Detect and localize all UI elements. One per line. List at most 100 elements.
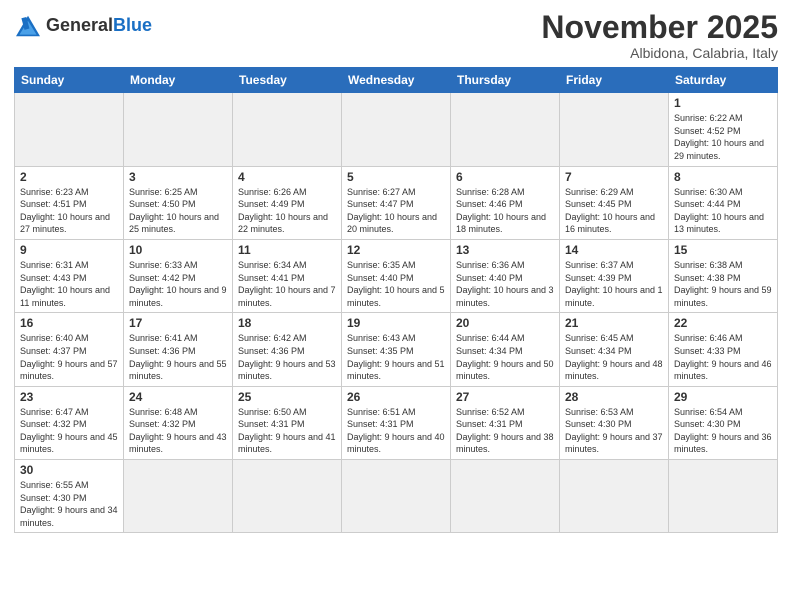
calendar-cell — [124, 460, 233, 533]
day-number: 4 — [238, 170, 336, 184]
day-number: 13 — [456, 243, 554, 257]
calendar-cell — [560, 460, 669, 533]
day-number: 18 — [238, 316, 336, 330]
calendar-cell — [233, 460, 342, 533]
calendar-cell: 20 Sunrise: 6:44 AMSunset: 4:34 PMDayligh… — [451, 313, 560, 386]
calendar-cell: 18 Sunrise: 6:42 AMSunset: 4:36 PMDayligh… — [233, 313, 342, 386]
day-number: 3 — [129, 170, 227, 184]
week-row-3: 9Sunrise: 6:31 AMSunset: 4:43 PMDaylight… — [15, 239, 778, 312]
day-number: 11 — [238, 243, 336, 257]
calendar-cell: 23Sunrise: 6:47 AMSunset: 4:32 PMDayligh… — [15, 386, 124, 459]
day-number: 27 — [456, 390, 554, 404]
day-info: Sunrise: 6:48 AMSunset: 4:32 PMDaylight:… — [129, 406, 227, 456]
week-row-2: 2Sunrise: 6:23 AMSunset: 4:51 PMDaylight… — [15, 166, 778, 239]
day-number: 30 — [20, 463, 118, 477]
day-info: Sunrise: 6:45 AMSunset: 4:34 PMDaylight:… — [565, 332, 663, 382]
weekday-header-row: SundayMondayTuesdayWednesdayThursdayFrid… — [15, 68, 778, 93]
header: GeneralBlue November 2025 Albidona, Cala… — [14, 10, 778, 61]
day-info: Sunrise: 6:55 AMSunset: 4:30 PMDaylight:… — [20, 479, 118, 529]
day-info: Sunrise: 6:27 AMSunset: 4:47 PMDaylight:… — [347, 186, 445, 236]
day-number: 16 — [20, 316, 118, 330]
weekday-header-monday: Monday — [124, 68, 233, 93]
logo-text: GeneralBlue — [46, 16, 152, 36]
day-info: Sunrise: 6:46 AMSunset: 4:33 PMDaylight:… — [674, 332, 772, 382]
day-info: Sunrise: 6:54 AMSunset: 4:30 PMDaylight:… — [674, 406, 772, 456]
calendar-cell: 30 Sunrise: 6:55 AMSunset: 4:30 PMDayligh… — [15, 460, 124, 533]
calendar-cell: 3 Sunrise: 6:25 AMSunset: 4:50 PMDaylight… — [124, 166, 233, 239]
calendar-cell: 9Sunrise: 6:31 AMSunset: 4:43 PMDaylight… — [15, 239, 124, 312]
day-info: Sunrise: 6:28 AMSunset: 4:46 PMDaylight:… — [456, 186, 554, 236]
week-row-5: 23Sunrise: 6:47 AMSunset: 4:32 PMDayligh… — [15, 386, 778, 459]
calendar-cell — [124, 93, 233, 166]
day-info: Sunrise: 6:33 AMSunset: 4:42 PMDaylight:… — [129, 259, 227, 309]
weekday-header-tuesday: Tuesday — [233, 68, 342, 93]
day-number: 28 — [565, 390, 663, 404]
day-info: Sunrise: 6:38 AMSunset: 4:38 PMDaylight:… — [674, 259, 772, 309]
calendar-cell: 15 Sunrise: 6:38 AMSunset: 4:38 PMDayligh… — [669, 239, 778, 312]
day-info: Sunrise: 6:53 AMSunset: 4:30 PMDaylight:… — [565, 406, 663, 456]
day-info: Sunrise: 6:44 AMSunset: 4:34 PMDaylight:… — [456, 332, 554, 382]
day-number: 5 — [347, 170, 445, 184]
day-number: 1 — [674, 96, 772, 110]
day-info: Sunrise: 6:30 AMSunset: 4:44 PMDaylight:… — [674, 186, 772, 236]
calendar-cell: 14Sunrise: 6:37 AMSunset: 4:39 PMDayligh… — [560, 239, 669, 312]
week-row-6: 30 Sunrise: 6:55 AMSunset: 4:30 PMDayligh… — [15, 460, 778, 533]
day-number: 26 — [347, 390, 445, 404]
calendar-cell: 8Sunrise: 6:30 AMSunset: 4:44 PMDaylight… — [669, 166, 778, 239]
calendar-cell: 16 Sunrise: 6:40 AMSunset: 4:37 PMDayligh… — [15, 313, 124, 386]
day-number: 22 — [674, 316, 772, 330]
calendar-cell: 6 Sunrise: 6:28 AMSunset: 4:46 PMDaylight… — [451, 166, 560, 239]
calendar-cell: 19Sunrise: 6:43 AMSunset: 4:35 PMDayligh… — [342, 313, 451, 386]
title-block: November 2025 Albidona, Calabria, Italy — [541, 10, 778, 61]
week-row-4: 16 Sunrise: 6:40 AMSunset: 4:37 PMDayligh… — [15, 313, 778, 386]
calendar-cell — [669, 460, 778, 533]
calendar-cell: 27 Sunrise: 6:52 AMSunset: 4:31 PMDayligh… — [451, 386, 560, 459]
day-number: 9 — [20, 243, 118, 257]
calendar-cell: 7 Sunrise: 6:29 AMSunset: 4:45 PMDaylight… — [560, 166, 669, 239]
day-info: Sunrise: 6:51 AMSunset: 4:31 PMDaylight:… — [347, 406, 445, 456]
weekday-header-wednesday: Wednesday — [342, 68, 451, 93]
calendar-cell: 10 Sunrise: 6:33 AMSunset: 4:42 PMDayligh… — [124, 239, 233, 312]
page: GeneralBlue November 2025 Albidona, Cala… — [0, 0, 792, 612]
location-subtitle: Albidona, Calabria, Italy — [541, 45, 778, 61]
calendar-cell: 22 Sunrise: 6:46 AMSunset: 4:33 PMDayligh… — [669, 313, 778, 386]
day-number: 10 — [129, 243, 227, 257]
calendar-cell: 4Sunrise: 6:26 AMSunset: 4:49 PMDaylight… — [233, 166, 342, 239]
day-number: 15 — [674, 243, 772, 257]
day-info: Sunrise: 6:29 AMSunset: 4:45 PMDaylight:… — [565, 186, 663, 236]
calendar-cell: 29Sunrise: 6:54 AMSunset: 4:30 PMDayligh… — [669, 386, 778, 459]
calendar-cell: 17 Sunrise: 6:41 AMSunset: 4:36 PMDayligh… — [124, 313, 233, 386]
day-number: 20 — [456, 316, 554, 330]
day-number: 24 — [129, 390, 227, 404]
logo: GeneralBlue — [14, 14, 152, 38]
day-info: Sunrise: 6:41 AMSunset: 4:36 PMDaylight:… — [129, 332, 227, 382]
day-number: 25 — [238, 390, 336, 404]
calendar-cell: 11Sunrise: 6:34 AMSunset: 4:41 PMDayligh… — [233, 239, 342, 312]
weekday-header-saturday: Saturday — [669, 68, 778, 93]
calendar-cell: 24 Sunrise: 6:48 AMSunset: 4:32 PMDayligh… — [124, 386, 233, 459]
day-info: Sunrise: 6:22 AMSunset: 4:52 PMDaylight:… — [674, 112, 772, 162]
day-number: 7 — [565, 170, 663, 184]
day-info: Sunrise: 6:40 AMSunset: 4:37 PMDaylight:… — [20, 332, 118, 382]
day-info: Sunrise: 6:52 AMSunset: 4:31 PMDaylight:… — [456, 406, 554, 456]
calendar-cell: 21Sunrise: 6:45 AMSunset: 4:34 PMDayligh… — [560, 313, 669, 386]
calendar-cell: 2Sunrise: 6:23 AMSunset: 4:51 PMDaylight… — [15, 166, 124, 239]
weekday-header-friday: Friday — [560, 68, 669, 93]
day-number: 6 — [456, 170, 554, 184]
calendar-cell: 13Sunrise: 6:36 AMSunset: 4:40 PMDayligh… — [451, 239, 560, 312]
calendar-cell: 25Sunrise: 6:50 AMSunset: 4:31 PMDayligh… — [233, 386, 342, 459]
calendar-cell: 1 Sunrise: 6:22 AMSunset: 4:52 PMDaylight… — [669, 93, 778, 166]
day-number: 17 — [129, 316, 227, 330]
day-info: Sunrise: 6:43 AMSunset: 4:35 PMDaylight:… — [347, 332, 445, 382]
calendar-cell: 26 Sunrise: 6:51 AMSunset: 4:31 PMDayligh… — [342, 386, 451, 459]
calendar-cell — [560, 93, 669, 166]
month-title: November 2025 — [541, 10, 778, 45]
calendar-cell — [342, 93, 451, 166]
day-info: Sunrise: 6:23 AMSunset: 4:51 PMDaylight:… — [20, 186, 118, 236]
day-info: Sunrise: 6:25 AMSunset: 4:50 PMDaylight:… — [129, 186, 227, 236]
calendar-cell — [233, 93, 342, 166]
day-info: Sunrise: 6:35 AMSunset: 4:40 PMDaylight:… — [347, 259, 445, 309]
day-number: 14 — [565, 243, 663, 257]
day-info: Sunrise: 6:42 AMSunset: 4:36 PMDaylight:… — [238, 332, 336, 382]
calendar-cell: 5 Sunrise: 6:27 AMSunset: 4:47 PMDaylight… — [342, 166, 451, 239]
